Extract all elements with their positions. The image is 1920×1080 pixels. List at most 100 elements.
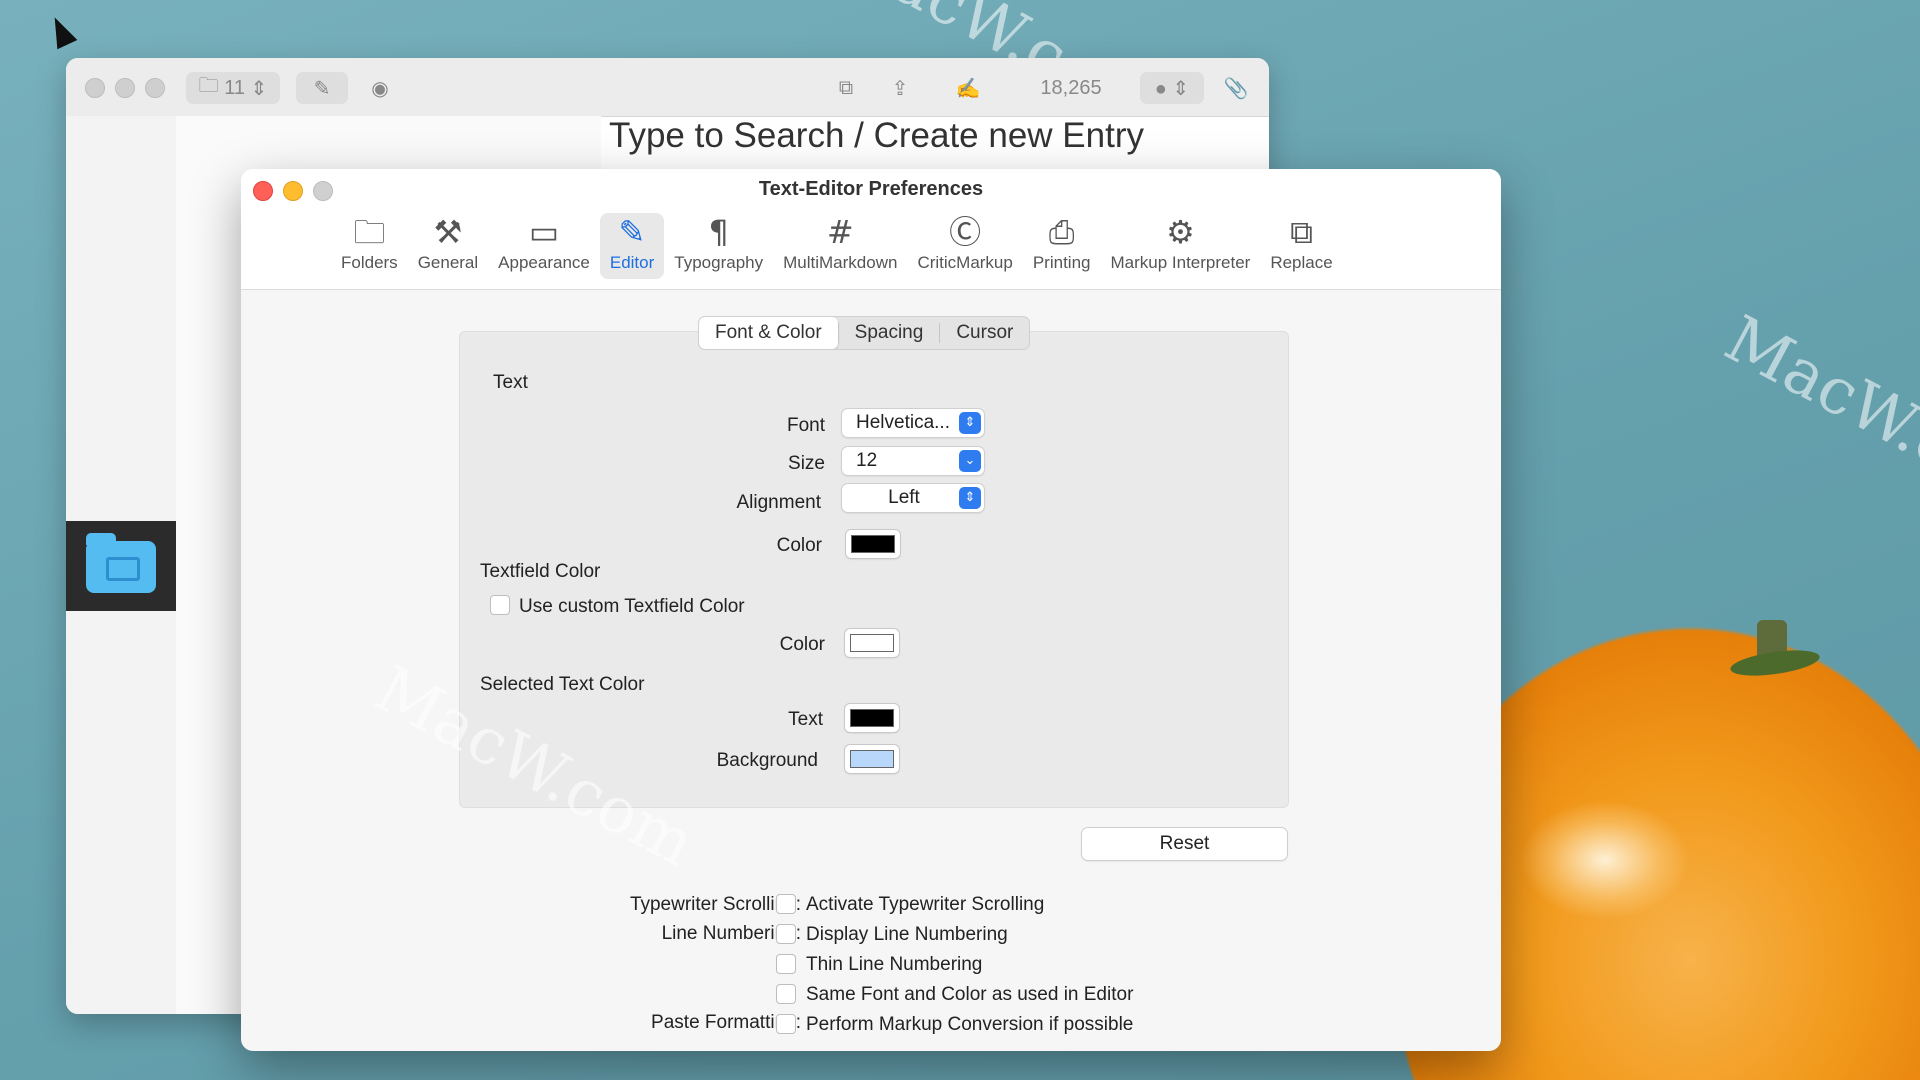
replace-icon: ⧉: [1290, 213, 1313, 251]
editor-subtabs: Font & Color Spacing Cursor: [698, 316, 1031, 350]
display-line-numbering-checkbox[interactable]: [776, 924, 796, 944]
typewriter-scrolling-checkbox[interactable]: [776, 894, 796, 914]
pilcrow-icon: ¶: [708, 213, 729, 251]
display-line-numbering-option: Display Line Numbering: [806, 924, 1008, 945]
paste-conversion-checkbox[interactable]: [776, 1014, 796, 1034]
tab-label: Typography: [674, 253, 764, 272]
tab-general[interactable]: ⚒ General: [408, 213, 488, 279]
text-color-well[interactable]: [846, 530, 900, 558]
share-button[interactable]: ⇪: [882, 72, 918, 104]
reset-button[interactable]: Reset: [1082, 828, 1287, 860]
line-numbering-label: Line Numbering:: [661, 923, 801, 944]
paperclip-icon: 📎: [1223, 77, 1249, 100]
record-icon: ● ⇕: [1154, 77, 1190, 100]
tab-appearance[interactable]: ▭ Appearance: [488, 213, 600, 279]
tab-editor[interactable]: ✎ Editor: [599, 213, 665, 279]
printer-icon: ⎙: [1048, 213, 1075, 251]
alignment-popup[interactable]: Left ⇕: [842, 484, 984, 512]
tab-folders[interactable]: 🗀 Folders: [331, 213, 408, 279]
tab-printing[interactable]: ⎙ Printing: [1023, 213, 1101, 279]
tab-label: Replace: [1270, 253, 1333, 272]
color-swatch: [851, 535, 895, 553]
pencil-icon: ✎: [618, 213, 646, 251]
search-title[interactable]: Type to Search / Create new Entry: [609, 116, 1144, 156]
tab-label: MultiMarkdown: [783, 253, 898, 272]
thin-line-numbering-checkbox[interactable]: [776, 954, 796, 974]
textfield-color-well[interactable]: [845, 629, 899, 657]
tab-label: Markup Interpreter: [1110, 253, 1251, 272]
tab-multimarkdown[interactable]: # MultiMarkdown: [773, 213, 907, 279]
signature-icon: ✍: [955, 77, 981, 100]
custom-textfield-color-checkbox[interactable]: [490, 595, 510, 615]
tab-label: General: [417, 253, 479, 272]
pencil-icon: ✎: [313, 77, 331, 100]
blocks-icon: ⧉: [838, 76, 854, 99]
chevron-updown-icon: ⇕: [959, 412, 981, 434]
tab-label: CriticMarkup: [917, 253, 1013, 272]
typewriter-scrolling-label: Typewriter Scrolling:: [629, 894, 801, 915]
edit-button[interactable]: ✎: [296, 72, 348, 104]
preferences-window: Text-Editor Preferences 🗀 Folders ⚒ Genera…: [241, 169, 1501, 1051]
tab-label: Editor: [609, 253, 655, 272]
text-color-label: Color: [776, 535, 822, 556]
zoom-button[interactable]: [145, 78, 165, 98]
tab-label: Printing: [1032, 253, 1091, 272]
sign-button[interactable]: ✍: [938, 72, 998, 104]
selected-text-label: Text: [788, 709, 823, 730]
paste-formatting-label: Paste Formatting:: [651, 1012, 801, 1033]
size-value: 12: [856, 450, 878, 471]
orange-highlight: [1520, 800, 1690, 920]
alignment-value: Left: [888, 487, 920, 508]
color-swatch: [850, 750, 894, 768]
folder-count-stepper[interactable]: 🗀 11 ⇕: [186, 72, 280, 104]
tab-criticmarkup[interactable]: Ⓒ CriticMarkup: [907, 213, 1022, 279]
stepper-icon: ⇕: [245, 77, 268, 100]
tab-cursor[interactable]: Cursor: [940, 317, 1029, 349]
font-popup[interactable]: Helvetica... ⇕: [842, 409, 984, 437]
font-value: Helvetica...: [856, 412, 950, 433]
tab-markup-interpreter[interactable]: ⚙ Markup Interpreter: [1100, 213, 1260, 279]
tools-icon: ⚒: [433, 213, 463, 251]
count-value: 18,265: [1040, 76, 1102, 99]
preview-button[interactable]: ◉: [360, 72, 400, 104]
tab-label: Folders: [341, 253, 398, 272]
selected-text-color-well[interactable]: [845, 704, 899, 732]
hash-icon: #: [826, 213, 854, 251]
preferences-toolbar: 🗀 Folders ⚒ General ▭ Appearance ✎ Editor ¶ T…: [331, 213, 1343, 279]
selected-background-color-well[interactable]: [845, 745, 899, 773]
count-display: 18,265: [1016, 72, 1126, 104]
same-font-checkbox[interactable]: [776, 984, 796, 1004]
folder-icon: 🗀: [353, 213, 386, 251]
attach-button[interactable]: 📎: [1218, 72, 1254, 104]
structure-button[interactable]: ⧉: [828, 72, 864, 104]
size-combobox[interactable]: 12 ⌄: [842, 447, 984, 475]
eye-icon: ◉: [371, 77, 389, 100]
selected-section-heading: Selected Text Color: [480, 674, 645, 695]
font-label: Font: [786, 415, 825, 436]
gears-icon: ⚙: [1166, 213, 1195, 251]
window-title: Text-Editor Preferences: [758, 178, 984, 200]
tab-spacing[interactable]: Spacing: [839, 317, 940, 349]
color-picker[interactable]: ● ⇕: [1140, 72, 1204, 104]
color-swatch: [850, 709, 894, 727]
tab-replace[interactable]: ⧉ Replace: [1260, 213, 1342, 279]
folder-icon: [86, 533, 156, 593]
background-window-toolbar: 🗀 11 ⇕ ✎ ◉ ⧉ ⇪ ✍ 18,265 ● ⇕ 📎: [66, 58, 1269, 117]
tab-label: Appearance: [498, 253, 590, 272]
chevron-down-icon: ⌄: [959, 450, 981, 472]
minimize-button[interactable]: [115, 78, 135, 98]
size-label: Size: [788, 453, 825, 474]
selected-background-label: Background: [716, 750, 818, 771]
text-section-heading: Text: [493, 372, 528, 393]
color-swatch: [850, 634, 894, 652]
textfield-section-heading: Textfield Color: [480, 561, 601, 582]
chevron-updown-icon: ⇕: [959, 487, 981, 509]
typewriter-scrolling-option: Activate Typewriter Scrolling: [806, 894, 1045, 915]
thin-line-numbering-option: Thin Line Numbering: [806, 954, 983, 975]
folder-icon: 🗀: [198, 75, 225, 97]
textfield-color-label: Color: [779, 634, 825, 655]
close-button[interactable]: [85, 78, 105, 98]
tab-typography[interactable]: ¶ Typography: [664, 213, 773, 279]
folder-tile[interactable]: [66, 521, 176, 611]
tab-font-color[interactable]: Font & Color: [699, 317, 838, 349]
